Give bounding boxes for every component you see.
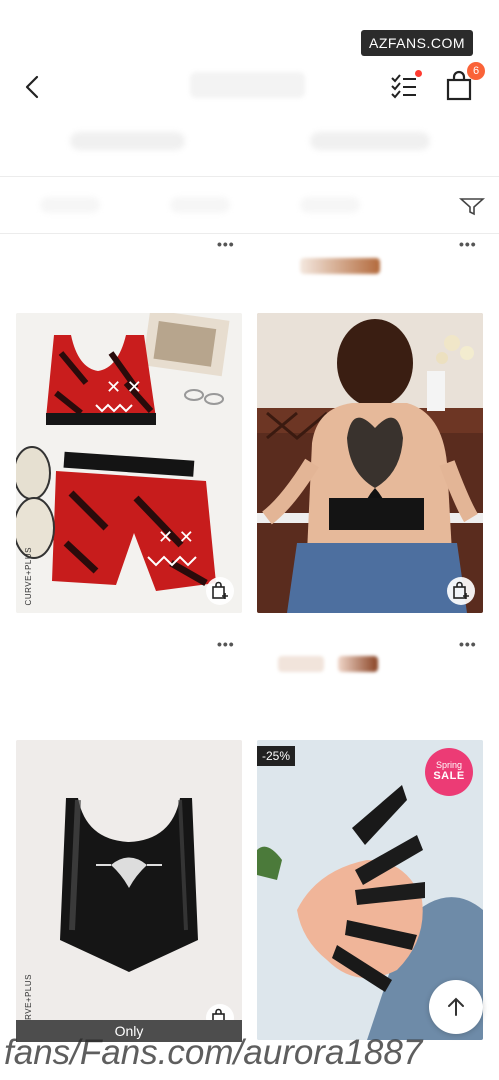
blurred-discount	[338, 656, 378, 672]
svg-text:✕ ✕: ✕ ✕	[158, 527, 194, 548]
page-title-blurred	[190, 72, 305, 98]
more-options-button[interactable]: •••	[217, 636, 235, 652]
filter-icon[interactable]	[459, 195, 485, 217]
discount-badge: -25%	[257, 746, 296, 766]
arrow-up-icon	[448, 997, 464, 1016]
blurred-tab[interactable]	[310, 132, 430, 150]
skull-print: ✕ ✕	[106, 377, 142, 398]
back-to-top-button[interactable]	[429, 980, 483, 1034]
sort-filter-bar	[0, 176, 499, 234]
product-card[interactable]	[257, 313, 483, 613]
checklist-button[interactable]	[388, 70, 422, 102]
category-tabs-blurred	[0, 120, 499, 175]
product-card[interactable]: ✕ ✕ ✕ ✕ CURVE+PLUS	[16, 313, 242, 613]
sale-badge-line2: SALE	[433, 770, 465, 782]
watermark-text: fans/Fans.com/aurora1887	[4, 1033, 423, 1072]
watermark-logo: AZFANS.COM	[360, 30, 473, 56]
more-options-button[interactable]: •••	[459, 236, 477, 252]
product-card[interactable]: CURVE+PLUS	[16, 740, 242, 1040]
sale-badge-line1: Spring	[435, 760, 462, 770]
back-button[interactable]	[18, 72, 48, 102]
shopping-bag-button[interactable]: 6	[443, 62, 485, 102]
top-nav-bar: 6	[0, 60, 499, 120]
notification-dot	[415, 70, 422, 77]
brand-label: CURVE+PLUS	[24, 546, 33, 605]
blurred-promo	[300, 258, 380, 274]
add-to-cart-button[interactable]	[206, 577, 234, 605]
add-to-cart-button[interactable]	[447, 577, 475, 605]
more-options-button[interactable]: •••	[459, 636, 477, 652]
sort-option[interactable]	[170, 197, 230, 213]
product-image	[257, 313, 483, 613]
add-to-bag-icon	[212, 581, 228, 599]
add-to-bag-icon	[453, 581, 469, 599]
blurred-price	[278, 656, 324, 672]
blurred-tab[interactable]	[70, 132, 185, 150]
more-options-button[interactable]: •••	[217, 236, 235, 252]
chevron-left-icon	[25, 75, 39, 99]
cart-count-badge: 6	[467, 62, 485, 80]
sort-option[interactable]	[40, 197, 100, 213]
spring-sale-badge: Spring SALE	[425, 748, 473, 796]
product-image: ✕ ✕ ✕ ✕	[16, 313, 242, 613]
sort-option[interactable]	[300, 197, 360, 213]
product-image	[16, 740, 242, 1040]
